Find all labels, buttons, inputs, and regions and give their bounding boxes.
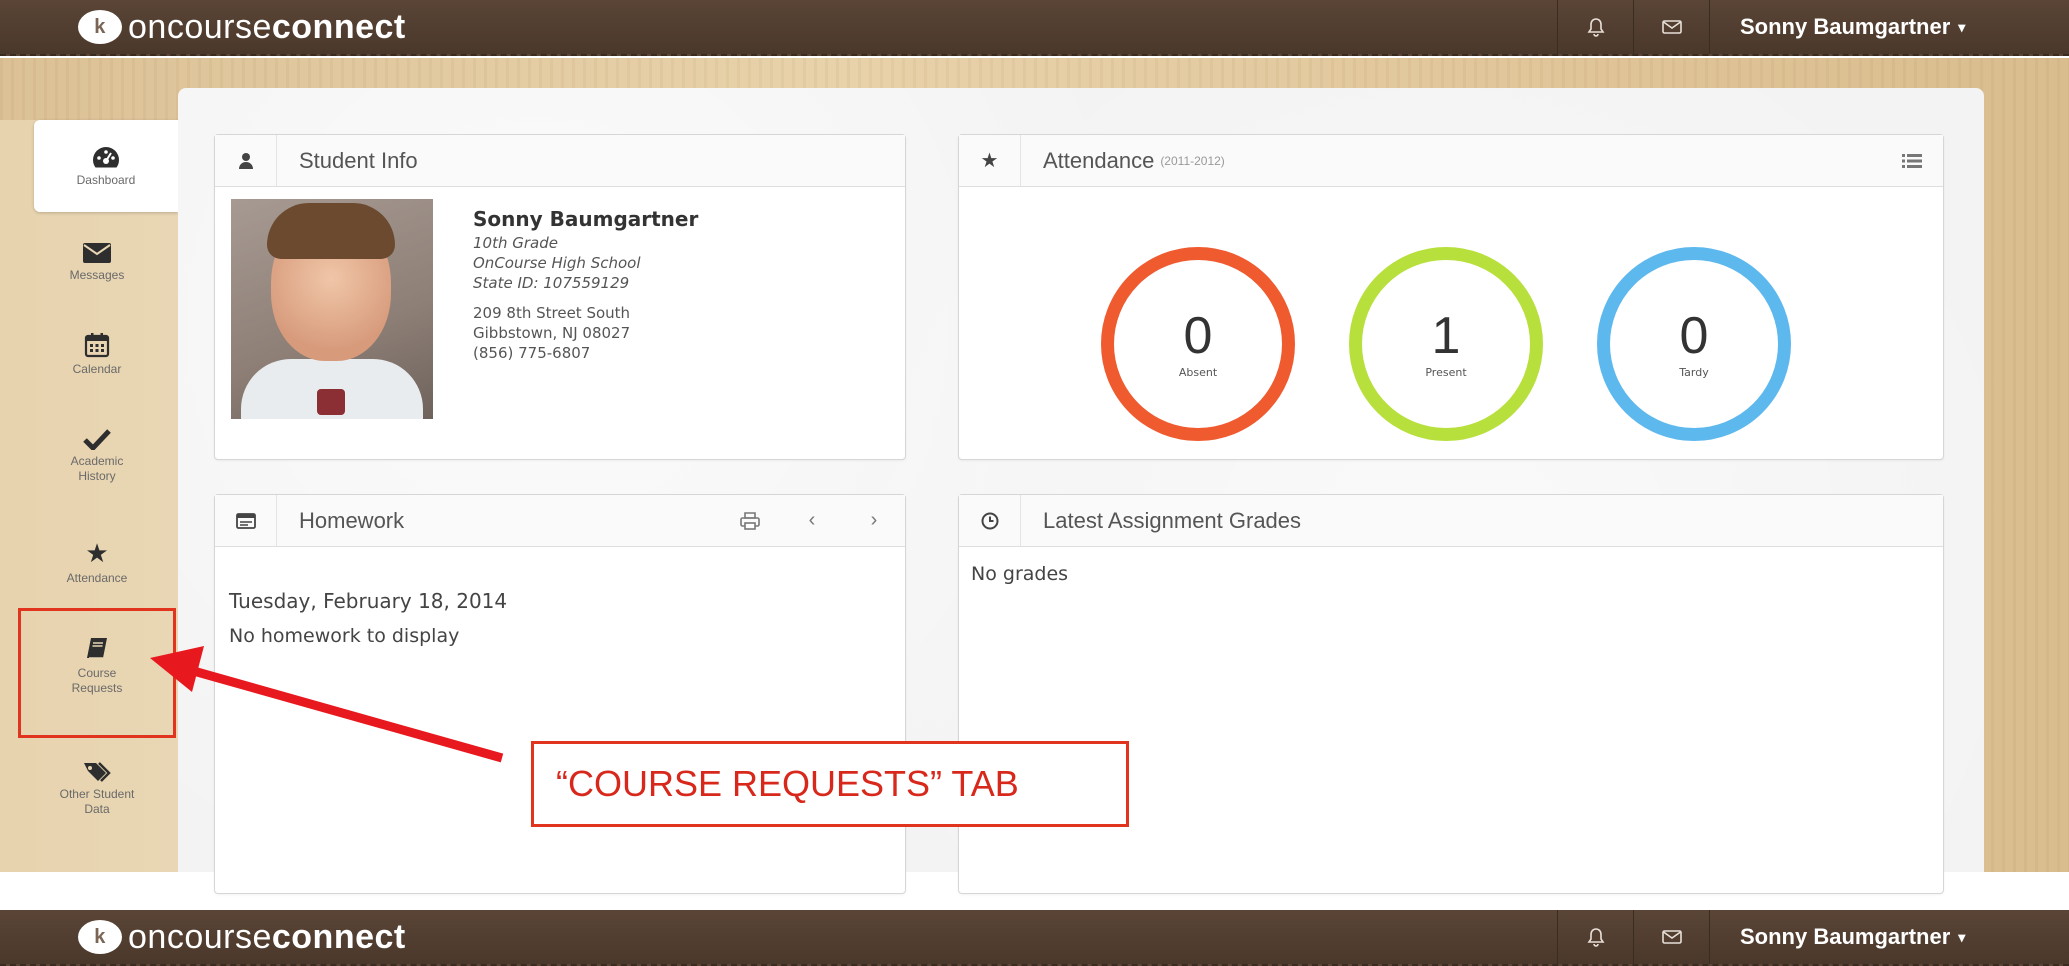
absent-count: 0 — [1183, 306, 1213, 365]
panel-title: Latest Assignment Grades — [1043, 507, 1302, 533]
brand-suffix: connect — [271, 7, 406, 46]
checkmark-icon — [83, 428, 111, 450]
panel-header: ★ Attendance (2011-2012) — [959, 135, 1943, 187]
envelope-icon — [82, 242, 112, 264]
clock-icon — [959, 495, 1021, 546]
sidebar-item-messages[interactable]: Messages — [16, 216, 178, 308]
phone-number: (856) 775-6807 — [473, 344, 591, 362]
user-menu-button[interactable]: Sonny Baumgartner ▾ — [1709, 910, 2069, 964]
top-navbar-repeat: k oncourse connect Sonny Baumgartner ▾ — [0, 910, 2069, 966]
absent-stat: 0 Absent — [1101, 247, 1295, 441]
tardy-label: Tardy — [1679, 365, 1709, 379]
brand-logo[interactable]: k oncourse connect — [78, 918, 406, 957]
panel-title: Student Info — [299, 147, 418, 173]
address-line-2: Gibbstown, NJ 08027 — [473, 324, 631, 342]
present-stat: 1 Present — [1349, 247, 1543, 441]
bell-icon[interactable] — [1557, 910, 1633, 964]
panel-header: Latest Assignment Grades — [959, 495, 1943, 547]
present-count: 1 — [1431, 306, 1461, 365]
sidebar-item-calendar[interactable]: Calendar — [16, 308, 178, 400]
brand-logo[interactable]: k oncourse connect — [78, 8, 406, 47]
oncourse-logo-icon: k — [78, 10, 122, 44]
panel-title: Attendance — [1043, 147, 1155, 173]
student-grade: 10th Grade — [473, 234, 558, 252]
attendance-panel: ★ Attendance (2011-2012) 0 Absent 1 Pres… — [958, 134, 1944, 460]
address-line-1: 209 8th Street South — [473, 304, 631, 322]
course-requests-annotation: “COURSE REQUESTS” TAB — [531, 741, 1129, 827]
sidebar-item-academic-history[interactable]: Academic History — [16, 410, 178, 502]
sidebar-item-label: Dashboard — [76, 172, 136, 187]
envelope-icon[interactable] — [1633, 910, 1709, 964]
next-day-button[interactable]: › — [843, 495, 905, 546]
student-photo — [231, 199, 433, 419]
present-label: Present — [1425, 365, 1467, 379]
student-name: Sonny Baumgartner — [473, 207, 699, 231]
panel-header: Student Info — [215, 135, 905, 187]
user-name: Sonny Baumgartner — [1740, 14, 1951, 39]
caret-down-icon: ▾ — [1958, 18, 1966, 35]
previous-day-button[interactable]: ‹ — [781, 495, 843, 546]
print-icon[interactable] — [719, 495, 781, 546]
tag-icon — [82, 759, 112, 783]
absent-label: Absent — [1178, 365, 1218, 379]
star-icon: ★ — [959, 135, 1021, 186]
homework-date: Tuesday, February 18, 2014 — [229, 589, 508, 613]
brand-suffix: connect — [271, 917, 406, 956]
top-navbar: k oncourse connect Sonny Baumgartner ▾ — [0, 0, 2069, 56]
list-view-icon[interactable] — [1881, 135, 1943, 186]
envelope-icon[interactable] — [1633, 0, 1709, 54]
student-state-id: State ID: 107559129 — [473, 274, 630, 292]
annotation-arrow — [150, 646, 504, 763]
brand-prefix: oncourse — [128, 7, 272, 46]
panel-title: Homework — [299, 507, 405, 533]
user-icon — [215, 135, 277, 186]
sidebar-item-label: Academic History — [70, 454, 124, 483]
sidebar-item-dashboard[interactable]: Dashboard — [34, 120, 178, 212]
tardy-stat: 0 Tardy — [1597, 247, 1791, 441]
student-school: OnCourse High School — [473, 254, 641, 272]
caret-down-icon: ▾ — [1958, 928, 1966, 945]
calendar-icon — [84, 332, 110, 358]
attendance-year: (2011-2012) — [1160, 153, 1225, 168]
grades-empty-message: No grades — [971, 563, 1069, 585]
user-menu-button[interactable]: Sonny Baumgartner ▾ — [1709, 0, 2069, 54]
homework-card-icon — [215, 495, 277, 546]
latest-grades-panel: Latest Assignment Grades No grades — [958, 494, 1944, 894]
sidebar-item-label: Messages — [69, 267, 125, 282]
dashboard-icon — [91, 145, 121, 169]
student-details: Sonny Baumgartner 10th Grade OnCourse Hi… — [473, 207, 698, 363]
student-info-panel: Student Info Sonny Baumgartner 10th Grad… — [214, 134, 906, 460]
tardy-count: 0 — [1679, 306, 1709, 365]
oncourse-logo-icon: k — [78, 920, 122, 954]
sidebar-item-label: Calendar — [72, 361, 122, 376]
bell-icon[interactable] — [1557, 0, 1633, 54]
brand-prefix: oncourse — [128, 917, 272, 956]
sidebar-item-label: Attendance — [66, 570, 128, 585]
user-name: Sonny Baumgartner — [1740, 924, 1951, 949]
panel-header: Homework ‹ › — [215, 495, 905, 547]
sidebar-item-label: Other Student Data — [59, 787, 135, 816]
sidebar-item-attendance[interactable]: ★ Attendance — [16, 516, 178, 608]
star-icon: ★ — [85, 537, 109, 568]
